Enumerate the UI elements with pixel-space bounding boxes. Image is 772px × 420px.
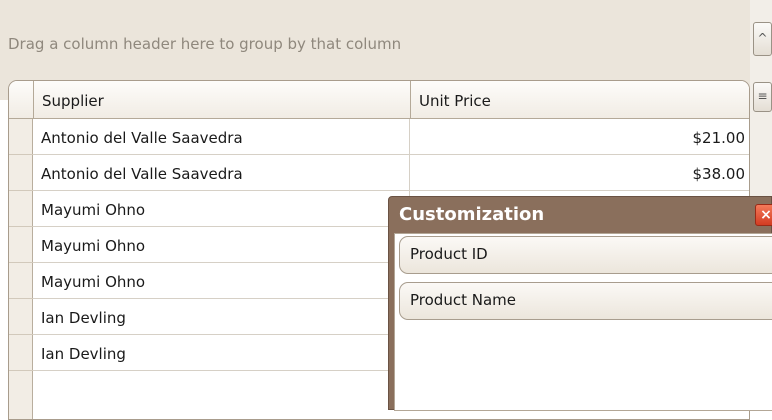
row-indicator[interactable] [9, 299, 33, 335]
group-by-hint: Drag a column header here to group by th… [8, 35, 402, 53]
close-icon[interactable]: × [755, 204, 772, 226]
supplier-cell[interactable]: Antonio del Valle Saavedra [33, 155, 410, 190]
column-chooser-button[interactable]: ≡ [753, 82, 772, 112]
row-indicator[interactable] [9, 191, 33, 227]
column-header-unit-price[interactable]: Unit Price [410, 81, 749, 119]
scroll-up-button[interactable]: ^ [753, 22, 772, 56]
supplier-cell[interactable]: Mayumi Ohno [33, 191, 410, 226]
column-header-row: Supplier Unit Price [9, 81, 749, 119]
column-header-supplier[interactable]: Supplier [33, 81, 410, 119]
row-indicator[interactable] [9, 119, 33, 155]
unit-price-cell[interactable]: $21.00 [410, 119, 749, 154]
supplier-cell[interactable]: Antonio del Valle Saavedra [33, 119, 410, 154]
customization-item-product-name[interactable]: Product Name [399, 282, 772, 320]
customization-item-product-id[interactable]: Product ID [399, 236, 772, 274]
supplier-cell[interactable]: Ian Devling [33, 299, 410, 334]
supplier-cell[interactable]: Mayumi Ohno [33, 263, 410, 298]
row-indicator-column [9, 119, 33, 419]
table-row[interactable]: Antonio del Valle Saavedra $21.00 [33, 119, 749, 155]
customization-window[interactable]: Customization × Product ID Product Name [388, 196, 772, 411]
row-indicator[interactable] [9, 155, 33, 191]
row-indicator[interactable] [9, 227, 33, 263]
customization-column-list: Product ID Product Name [394, 233, 772, 411]
row-indicator[interactable] [9, 335, 33, 371]
unit-price-cell[interactable]: $38.00 [410, 155, 749, 190]
supplier-cell[interactable]: Ian Devling [33, 335, 410, 370]
customization-title: Customization [399, 204, 545, 225]
row-indicator[interactable] [9, 263, 33, 299]
table-row[interactable]: Antonio del Valle Saavedra $38.00 [33, 155, 749, 191]
supplier-cell[interactable]: Mayumi Ohno [33, 227, 410, 262]
